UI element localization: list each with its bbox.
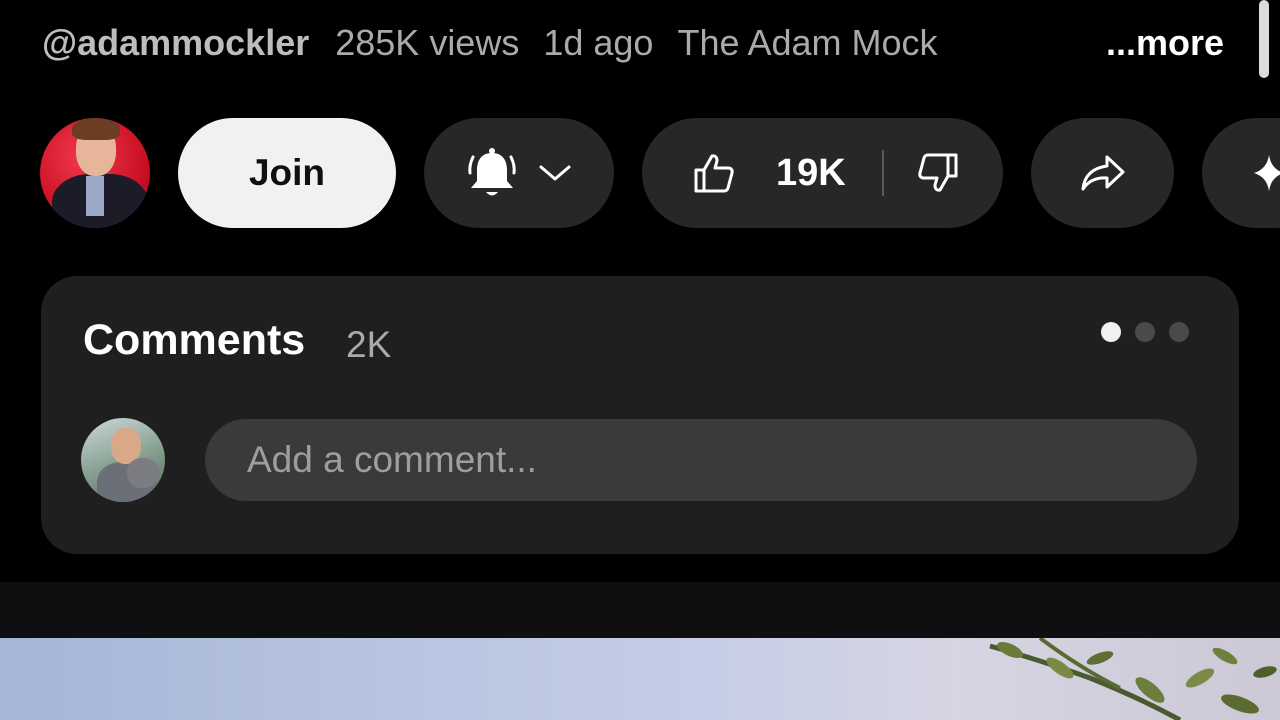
bell-icon bbox=[466, 145, 518, 201]
share-button[interactable] bbox=[1031, 118, 1174, 228]
comments-title: Comments bbox=[83, 316, 306, 364]
remix-button[interactable] bbox=[1202, 118, 1280, 228]
next-video-thumbnail[interactable] bbox=[0, 638, 1280, 720]
like-dislike-group: 19K bbox=[642, 118, 1003, 228]
scrollbar[interactable] bbox=[1259, 0, 1269, 78]
action-bar: Join 19K bbox=[0, 118, 1280, 228]
channel-avatar[interactable] bbox=[40, 118, 150, 228]
user-avatar bbox=[81, 418, 165, 502]
like-divider bbox=[881, 150, 884, 196]
view-count: 285K views bbox=[335, 22, 520, 63]
add-comment-input[interactable] bbox=[205, 419, 1197, 501]
avatar-shirt bbox=[86, 176, 104, 216]
thumbs-down-icon[interactable] bbox=[916, 152, 960, 194]
pager-dot[interactable] bbox=[1101, 322, 1121, 342]
join-button[interactable]: Join bbox=[178, 118, 396, 228]
like-count: 19K bbox=[776, 151, 846, 194]
description-preview: The Adam Mock bbox=[677, 22, 1102, 64]
notification-button[interactable] bbox=[424, 118, 614, 228]
comments-section[interactable]: Comments 2K bbox=[41, 276, 1239, 554]
user-avatar-dog bbox=[127, 458, 159, 488]
share-icon bbox=[1079, 153, 1127, 193]
upload-age: 1d ago bbox=[543, 22, 654, 63]
avatar-hair bbox=[72, 118, 120, 140]
chevron-down-icon bbox=[538, 163, 572, 183]
thumbs-up-icon[interactable] bbox=[692, 152, 736, 194]
sparkle-icon bbox=[1252, 153, 1280, 193]
pager-dot[interactable] bbox=[1135, 322, 1155, 342]
section-separator bbox=[0, 582, 1280, 638]
channel-handle[interactable]: @adammockler bbox=[42, 22, 309, 64]
foliage-graphic bbox=[989, 638, 1277, 720]
comments-count: 2K bbox=[346, 324, 392, 365]
more-button[interactable]: ...more bbox=[1106, 22, 1224, 64]
comments-pager[interactable] bbox=[1101, 322, 1189, 342]
video-meta-row[interactable]: @adammockler 285K views 1d ago The Adam … bbox=[42, 18, 1232, 68]
pager-dot[interactable] bbox=[1169, 322, 1189, 342]
